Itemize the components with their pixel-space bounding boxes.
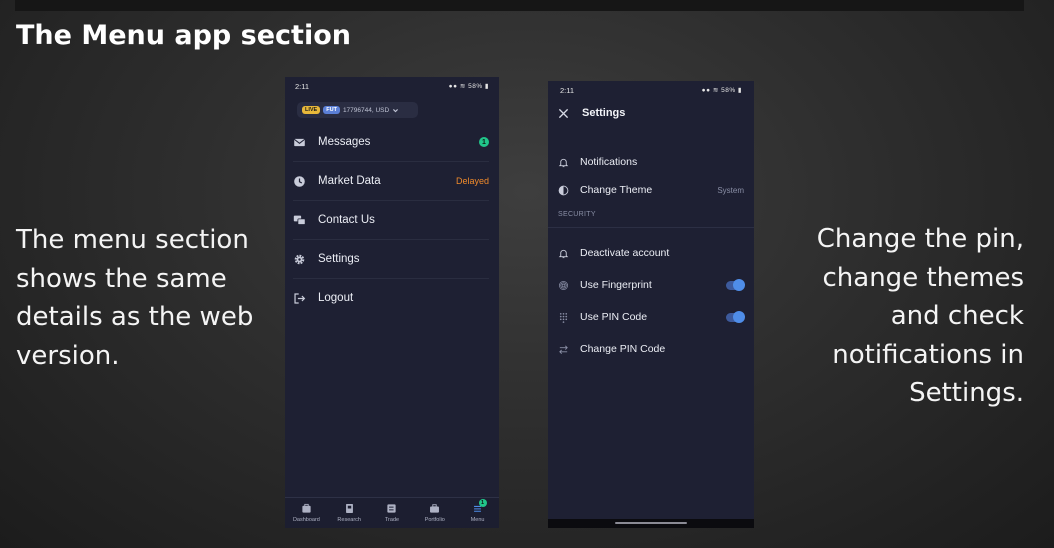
signal-icon: ●● ≋ xyxy=(701,87,719,94)
status-time: 2:11 xyxy=(295,81,310,91)
settings-row-label: Notifications xyxy=(580,156,638,168)
status-indicators: ●● ≋ 58% ▮ xyxy=(449,82,489,90)
nav-tab-label: Portfolio xyxy=(424,517,445,523)
nav-tab-portfolio[interactable]: Portfolio xyxy=(413,498,456,528)
status-time: 2:11 xyxy=(560,85,575,95)
menu-item-messages[interactable]: Messages 1 xyxy=(293,123,489,162)
settings-row-change-theme[interactable]: Change Theme System xyxy=(558,178,744,202)
market-data-status: Delayed xyxy=(455,176,489,186)
gear-icon xyxy=(294,254,305,264)
clock-icon xyxy=(294,175,305,187)
settings-row-deactivate-account[interactable]: Deactivate account xyxy=(558,241,744,265)
bell-icon xyxy=(558,249,569,258)
toggle-knob xyxy=(733,279,745,291)
fingerprint-icon xyxy=(559,280,568,290)
settings-row-label: Use PIN Code xyxy=(580,311,648,323)
section-label-security: SECURITY xyxy=(558,211,596,218)
research-icon xyxy=(345,504,353,513)
menu-item-logout[interactable]: Logout xyxy=(293,279,489,317)
chat-icon xyxy=(293,215,306,225)
caption-right: Change the pin, change themes and check … xyxy=(816,224,1024,408)
section-divider xyxy=(548,227,754,228)
status-bar: 2:11 ●● ≋ 58% ▮ xyxy=(285,77,499,95)
keypad-icon xyxy=(559,312,568,323)
mail-icon xyxy=(293,138,306,146)
status-bar: 2:11 ●● ≋ 58% ▮ xyxy=(548,81,754,99)
battery-icon: ▮ xyxy=(484,83,489,90)
status-battery: 58% xyxy=(721,87,736,94)
menu-item-label: Logout xyxy=(318,292,354,304)
settings-row-label: Deactivate account xyxy=(580,247,670,259)
settings-row-use-fingerprint[interactable]: Use Fingerprint xyxy=(558,273,745,297)
home-indicator[interactable] xyxy=(615,522,687,524)
status-battery: 58% xyxy=(468,83,483,90)
logout-icon xyxy=(294,292,306,304)
settings-header: Settings xyxy=(558,107,625,119)
fut-badge: FUT xyxy=(323,106,340,114)
pin-code-toggle[interactable] xyxy=(726,311,745,323)
settings-row-label: Change PIN Code xyxy=(580,343,666,355)
account-text: 17796744, USD xyxy=(342,106,390,114)
menu-item-contact-us[interactable]: Contact Us xyxy=(293,201,489,240)
bottom-navigation: Dashboard Research Trade Portfolio 1 Men… xyxy=(285,497,499,528)
menu-item-label: Market Data xyxy=(318,175,381,187)
settings-row-use-pin-code[interactable]: Use PIN Code xyxy=(558,305,745,329)
nav-tab-label: Research xyxy=(337,517,361,523)
gesture-bar xyxy=(548,519,754,528)
close-icon[interactable] xyxy=(558,108,569,119)
nav-tab-label: Menu xyxy=(470,517,485,523)
settings-row-label: Change Theme xyxy=(580,184,653,196)
live-badge: LIVE xyxy=(302,106,321,114)
settings-row-change-pin-code[interactable]: Change PIN Code xyxy=(558,337,744,361)
menu-item-label: Contact Us xyxy=(318,214,375,226)
menu-item-market-data[interactable]: Market Data Delayed xyxy=(293,162,489,201)
account-selector[interactable]: LIVE FUT 17796744, USD xyxy=(297,102,418,118)
chevron-down-icon xyxy=(393,108,399,112)
settings-title: Settings xyxy=(582,107,626,119)
top-strip xyxy=(15,0,1024,11)
nav-tab-label: Trade xyxy=(384,517,400,523)
settings-row-notifications[interactable]: Notifications xyxy=(558,150,744,174)
theme-value: System xyxy=(717,185,744,195)
signal-icon: ●● ≋ xyxy=(448,83,466,90)
settings-row-label: Use Fingerprint xyxy=(580,279,652,291)
battery-icon: ▮ xyxy=(737,87,742,94)
dashboard-icon xyxy=(302,503,311,513)
messages-count-badge: 1 xyxy=(479,137,489,147)
phone-menu-screenshot: 2:11 ●● ≋ 58% ▮ LIVE FUT 17796744, USD M… xyxy=(285,77,499,528)
bell-icon xyxy=(558,158,569,167)
caption-left: The menu section shows the same details … xyxy=(16,225,254,371)
fingerprint-toggle[interactable] xyxy=(726,279,745,291)
status-indicators: ●● ≋ 58% ▮ xyxy=(702,86,742,94)
theme-icon xyxy=(558,185,569,195)
phone-settings-screenshot: 2:11 ●● ≋ 58% ▮ Settings Notifications C… xyxy=(548,81,754,528)
menu-item-label: Settings xyxy=(318,253,360,265)
menu-item-label: Messages xyxy=(318,136,371,148)
nav-tab-dashboard[interactable]: Dashboard xyxy=(285,498,328,528)
trade-icon xyxy=(387,504,397,513)
menu-tab-badge: 1 xyxy=(478,499,487,507)
nav-tab-label: Dashboard xyxy=(292,517,320,523)
menu-item-settings[interactable]: Settings xyxy=(293,240,489,279)
portfolio-icon xyxy=(430,504,440,513)
toggle-knob xyxy=(733,311,745,323)
nav-tab-research[interactable]: Research xyxy=(328,498,371,528)
nav-tab-menu[interactable]: 1 Menu xyxy=(456,498,499,528)
slide-title: The Menu app section xyxy=(16,20,351,51)
nav-tab-trade[interactable]: Trade xyxy=(371,498,414,528)
swap-icon xyxy=(559,345,568,354)
menu-list: Messages 1 Market Data Delayed Contact U… xyxy=(293,123,489,317)
